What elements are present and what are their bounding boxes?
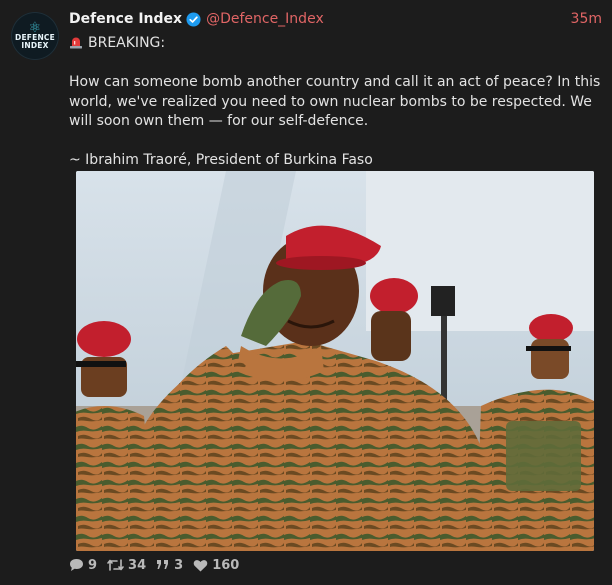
author-handle[interactable]: @Defence_Index	[206, 11, 324, 27]
logo-text-line2: INDEX	[21, 41, 49, 50]
quote-stat[interactable]: 3	[156, 558, 183, 573]
headline-line: BREAKING:	[69, 34, 604, 54]
verified-badge-icon	[186, 11, 201, 27]
siren-emoji-icon	[70, 37, 82, 49]
post-headline: BREAKING:	[88, 35, 166, 51]
post-image[interactable]	[76, 171, 594, 551]
post-stats: 9 34 3 160	[69, 557, 249, 573]
quote-marks-icon	[157, 560, 169, 569]
like-stat[interactable]: 160	[193, 558, 239, 573]
reply-count: 9	[88, 557, 98, 573]
quote-count: 3	[174, 557, 184, 573]
repost-count: 34	[128, 557, 147, 573]
repost-arrows-icon	[107, 559, 124, 571]
post-header: Defence Index @Defence_Index 35m	[69, 9, 602, 29]
post-attribution: ~ Ibrahim Traoré, President of Burkina F…	[69, 152, 373, 168]
like-count: 160	[212, 557, 240, 573]
post-timestamp[interactable]: 35m	[571, 11, 602, 27]
reply-stat[interactable]: 9	[69, 558, 97, 573]
heart-icon	[193, 559, 208, 571]
post-body: BREAKING: How can someone bomb another c…	[69, 34, 604, 171]
repost-stat[interactable]: 34	[107, 558, 146, 573]
post-paragraph: How can someone bomb another country and…	[69, 74, 601, 129]
author-name[interactable]: Defence Index	[69, 11, 182, 27]
speech-bubble-icon	[70, 559, 83, 571]
photo-soldier-salute	[76, 171, 594, 551]
avatar[interactable]: ⚛ DEFENCE INDEX	[11, 12, 59, 60]
